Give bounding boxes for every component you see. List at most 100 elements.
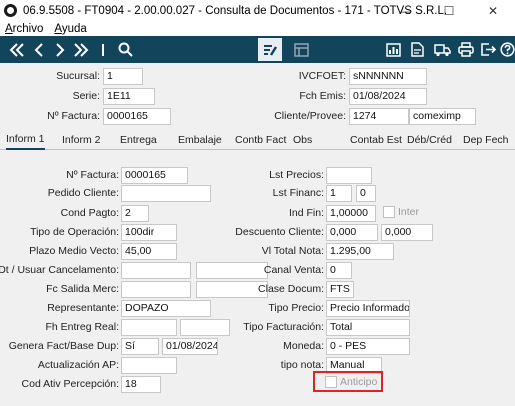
tipofact-field[interactable]: Total [326,319,410,336]
nfactura-field[interactable]: 0000165 [121,167,188,184]
document-icon[interactable] [406,39,428,60]
title-bar: 06.9.5508 - FT0904 - 2.00.00.027 - Consu… [0,0,515,21]
minimize-button[interactable]: — [383,0,427,21]
tipoprecio-label: Tipo Precio: [268,302,324,314]
tab-deb-cred[interactable]: Déb/Créd [407,130,452,150]
cliente-code-field[interactable]: 1274 [349,108,409,125]
condpagto-label: Cond Pagto: [60,207,119,219]
cliente-label: Cliente/Provee: [274,110,346,122]
previous-icon[interactable] [28,39,50,60]
vltotal-field[interactable]: 1.295,00 [326,243,394,260]
dtusuar-user-field[interactable] [196,262,268,279]
fchemis-field[interactable]: 01/08/2024 [349,88,427,105]
lstprecios-label: Lst Precios: [269,169,324,181]
tab-contab-est[interactable]: Contab Est [350,130,402,150]
menu-bar: Archivo Ayuda [0,21,515,36]
first-icon[interactable] [6,39,28,60]
nfactura-header-field[interactable]: 0000165 [103,108,171,125]
print-icon[interactable] [455,39,477,60]
tipoprecio-field[interactable]: Precio Informado [326,300,410,317]
anticipo-label: Anticipo [340,376,378,388]
lstfinanc-label: Lst Financ: [272,187,324,199]
next-icon[interactable] [49,39,71,60]
canalventa-field[interactable]: 0 [326,262,352,279]
anticipo-checkbox[interactable] [325,376,337,388]
fhentreg-time-field[interactable] [180,319,230,336]
tab-entrega[interactable]: Entrega [120,130,157,150]
clasedocum-field[interactable]: FTS [326,281,354,298]
moneda-label: Moneda: [283,340,324,352]
menu-archivo-mnemonic: A [5,22,13,35]
toolbar [0,36,515,63]
help-icon[interactable] [496,39,515,60]
pedido-field[interactable] [121,185,211,202]
app-icon [4,4,17,17]
moneda-field[interactable]: 0 - PES [326,338,410,355]
nfactura-label: Nº Factura: [66,169,119,181]
condpagto-field[interactable]: 2 [121,205,149,222]
genera-date-field[interactable]: 01/08/2024 [162,338,218,355]
codativ-label: Cod Ativ Percepción: [21,378,119,390]
menu-archivo[interactable]: Archivo [5,23,43,35]
nfactura-header-label: Nº Factura: [47,110,100,122]
truck-icon[interactable] [431,39,453,60]
clasedocum-label: Clase Docum: [258,283,324,295]
fcsalida-date-field[interactable] [121,281,191,298]
tipofact-label: Tipo Facturación: [243,321,324,333]
codativ-field[interactable]: 18 [121,376,161,393]
descuento-field-1[interactable]: 0,000 [326,224,378,241]
fcsalida-label: Fc Salida Merc: [46,283,119,295]
serie-field[interactable]: 1E11 [103,88,155,105]
last-icon[interactable] [70,39,92,60]
canalventa-label: Canal Venta: [263,264,324,276]
lstprecios-field[interactable] [326,167,372,184]
indfin-label: Ind Fin: [288,207,324,219]
tab-contb-fact[interactable]: Contb Fact [235,130,286,150]
tab-bar: Inform 1 Inform 2 Entrega Embalaje Contb… [0,130,515,150]
inter-checkbox[interactable] [383,206,395,218]
edit-icon[interactable] [258,38,282,61]
cliente-name-field[interactable]: comeximp [409,108,476,125]
search-icon[interactable] [114,39,136,60]
maximize-button[interactable]: ☐ [427,0,471,21]
close-button[interactable]: ✕ [471,0,515,21]
lstfinanc-field-2[interactable]: 0 [356,185,376,202]
descuento-field-2[interactable]: 0,000 [381,224,433,241]
grid-icon[interactable] [290,39,312,60]
descuento-label: Descuento Cliente: [235,226,324,238]
tab-inform-1[interactable]: Inform 1 [6,130,45,150]
fhentreg-date-field[interactable] [121,319,177,336]
pedido-label: Pedido Cliente: [47,187,119,199]
represent-label: Representante: [47,302,119,314]
form-panel: Nº Factura: 0000165 Pedido Cliente: Cond… [0,151,515,406]
actualiz-field[interactable] [121,357,177,374]
inter-label: Inter [398,206,420,218]
dtusuar-date-field[interactable] [121,262,191,279]
plazo-label: Plazo Medio Vecto: [29,245,119,257]
plazo-field[interactable]: 45,00 [121,243,177,260]
lstfinanc-field-1[interactable]: 1 [326,185,352,202]
ivcfoet-field[interactable]: sNNNNNN [349,68,427,85]
window-controls: — ☐ ✕ [383,0,515,21]
sucursal-label: Sucursal: [56,70,100,82]
sucursal-field[interactable]: 1 [103,68,143,85]
genera-flag-field[interactable]: Sí [121,338,159,355]
tab-inform-2[interactable]: Inform 2 [62,130,101,150]
chart-icon[interactable] [382,39,404,60]
menu-ayuda[interactable]: Ayuda [54,23,86,35]
actualiz-label: Actualización AP: [37,359,119,371]
tipooper-field[interactable]: 100dir [121,224,177,241]
indfin-field[interactable]: 1,00000 [326,205,376,222]
represent-field[interactable]: DOPAZO [121,300,211,317]
dtusuar-label: Dt / Usuar Cancelamento: [0,264,119,276]
ivcfoet-label: IVCFOET: [298,70,346,82]
tab-embalaje[interactable]: Embalaje [178,130,222,150]
vltotal-label: Vl Total Nota: [261,245,324,257]
header-panel: Sucursal: 1 Serie: 1E11 Nº Factura: 0000… [0,63,515,130]
menu-ayuda-mnemonic: A [54,22,62,35]
tab-obs[interactable]: Obs [293,130,312,150]
genera-label: Genera Fact/Base Dup: [8,340,119,352]
last-bar-icon [92,39,114,60]
tab-dep-fech[interactable]: Dep Fech [463,130,509,150]
fchemis-label: Fch Emis: [299,90,346,102]
